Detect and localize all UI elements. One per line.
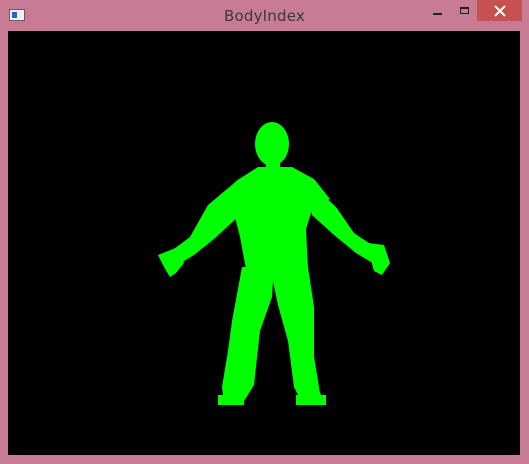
app-window: BodyIndex <box>0 0 529 464</box>
maximize-button[interactable] <box>453 0 476 21</box>
body-index-canvas <box>8 31 520 455</box>
close-icon <box>494 5 506 17</box>
title-bar[interactable]: BodyIndex <box>0 0 529 32</box>
minimize-icon <box>433 12 442 15</box>
window-title: BodyIndex <box>224 7 305 25</box>
close-button[interactable] <box>477 0 522 21</box>
minimize-button[interactable] <box>426 0 449 21</box>
body-silhouette <box>158 122 390 405</box>
maximize-icon <box>460 7 469 14</box>
body-silhouette-view <box>158 122 390 405</box>
